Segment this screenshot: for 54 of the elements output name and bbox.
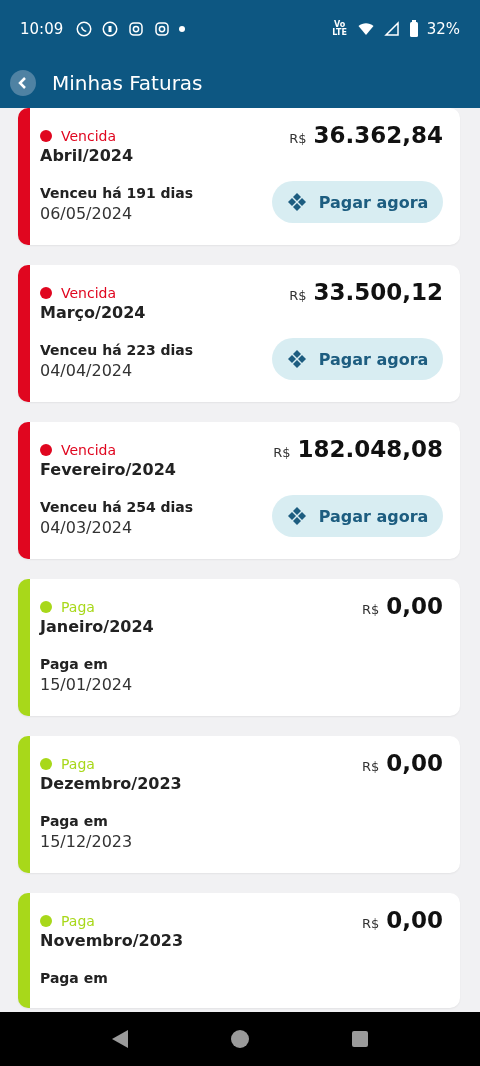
battery-percent: 32% xyxy=(426,20,460,38)
back-triangle-icon[interactable] xyxy=(110,1029,129,1049)
due-date: 15/01/2024 xyxy=(40,675,134,694)
currency-label: R$ xyxy=(289,131,307,146)
square-icon[interactable] xyxy=(351,1030,370,1048)
currency-label: R$ xyxy=(361,759,380,774)
status-label: Vencida xyxy=(61,442,117,458)
due-date: 06/05/2024 xyxy=(40,204,134,223)
invoice-month: Dezembro/2023 xyxy=(40,774,182,793)
invoice-amount: 182.048,08 xyxy=(297,436,443,462)
invoice-month: Março/2024 xyxy=(40,303,147,322)
pay-now-button[interactable]: Pagar agora xyxy=(272,495,443,537)
battery-icon xyxy=(408,20,419,38)
due-label: Venceu há 191 dias xyxy=(40,185,194,201)
diamond-icon xyxy=(286,192,307,212)
signal-icon xyxy=(382,20,401,38)
invoice-month: Novembro/2023 xyxy=(40,931,184,950)
diamond-icon xyxy=(286,506,307,526)
back-button[interactable] xyxy=(10,70,36,96)
invoice-amount: 0,00 xyxy=(386,907,443,933)
status-label: Vencida xyxy=(61,285,117,301)
status-label: Paga xyxy=(61,913,95,929)
pay-now-button[interactable]: Pagar agora xyxy=(272,181,443,223)
currency-label: R$ xyxy=(273,445,291,460)
status-label: Vencida xyxy=(61,128,117,144)
due-label: Paga em xyxy=(40,656,109,672)
due-date: 15/12/2023 xyxy=(40,832,134,851)
invoice-amount: 0,00 xyxy=(386,593,443,619)
camera-icon xyxy=(153,20,172,38)
invoice-month: Fevereiro/2024 xyxy=(40,460,177,479)
status-label: Paga xyxy=(61,599,95,615)
currency-label: R$ xyxy=(289,288,307,303)
network-label: Vo LTE xyxy=(331,21,348,37)
due-date: 04/04/2024 xyxy=(40,361,134,380)
currency-label: R$ xyxy=(361,916,380,931)
currency-label: R$ xyxy=(361,602,380,617)
invoice-amount: 33.500,12 xyxy=(313,279,443,305)
camera-icon xyxy=(127,20,146,38)
pay-now-button[interactable]: Pagar agora xyxy=(272,338,443,380)
due-label: Venceu há 223 dias xyxy=(40,342,194,358)
invoice-amount: 0,00 xyxy=(386,750,443,776)
page-title: Minhas Faturas xyxy=(52,71,203,95)
due-label: Venceu há 254 dias xyxy=(40,499,194,515)
clock-time: 10:09 xyxy=(20,20,64,38)
home-circle-icon[interactable] xyxy=(230,1029,250,1049)
dot-icon xyxy=(179,26,186,32)
invoice-month: Abril/2024 xyxy=(40,146,135,165)
status-label: Paga xyxy=(61,756,95,772)
invoice-amount: 36.362,84 xyxy=(313,122,443,148)
due-date: 04/03/2024 xyxy=(40,518,134,537)
invoice-month: Janeiro/2024 xyxy=(40,617,154,636)
due-label: Paga em xyxy=(40,970,109,986)
due-label: Paga em xyxy=(40,813,109,829)
diamond-icon xyxy=(286,349,307,369)
